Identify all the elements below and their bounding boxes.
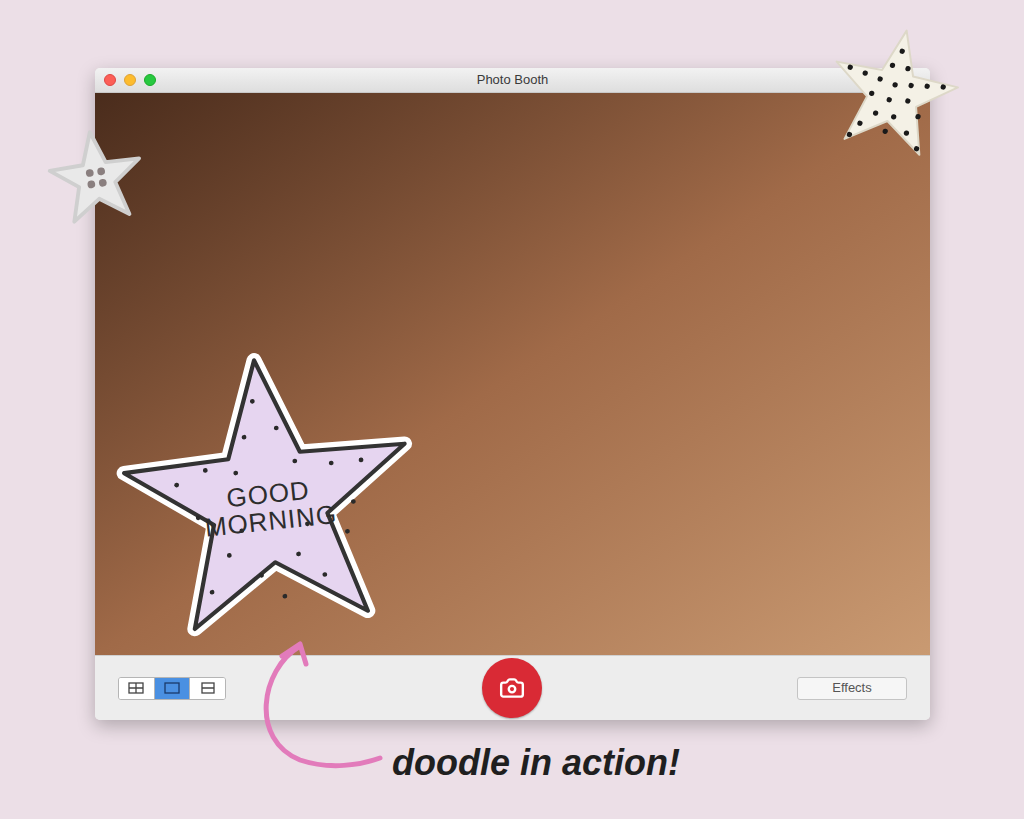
curved-arrow-icon <box>240 630 390 780</box>
photo-booth-window: Photo Booth Effects <box>95 68 930 720</box>
window-title: Photo Booth <box>477 70 549 90</box>
view-button[interactable] <box>154 678 190 699</box>
camera-icon <box>499 675 525 701</box>
grid-view-icon <box>128 682 144 694</box>
toolbar: Effects <box>95 655 930 720</box>
page: Photo Booth Effects GOOD MORNING doodle in … <box>0 0 1024 819</box>
effects-button[interactable]: Effects <box>797 677 907 700</box>
caption: doodle in action! <box>392 736 680 790</box>
view-button[interactable] <box>119 678 154 699</box>
good-morning-sticker: GOOD MORNING <box>104 333 433 653</box>
close-button[interactable] <box>104 74 116 86</box>
minimize-button[interactable] <box>124 74 136 86</box>
zoom-button[interactable] <box>144 74 156 86</box>
strip-view-icon <box>200 682 216 694</box>
title-bar[interactable]: Photo Booth <box>95 68 930 93</box>
traffic-lights <box>104 68 156 92</box>
single-view-icon <box>164 682 180 694</box>
sticker-text: GOOD MORNING <box>192 473 347 543</box>
view-button[interactable] <box>189 678 225 699</box>
polka-star-sticker-icon <box>816 12 973 169</box>
view-switcher <box>118 677 226 700</box>
shutter-button[interactable] <box>482 658 542 718</box>
button-star-sticker-icon <box>42 122 150 230</box>
